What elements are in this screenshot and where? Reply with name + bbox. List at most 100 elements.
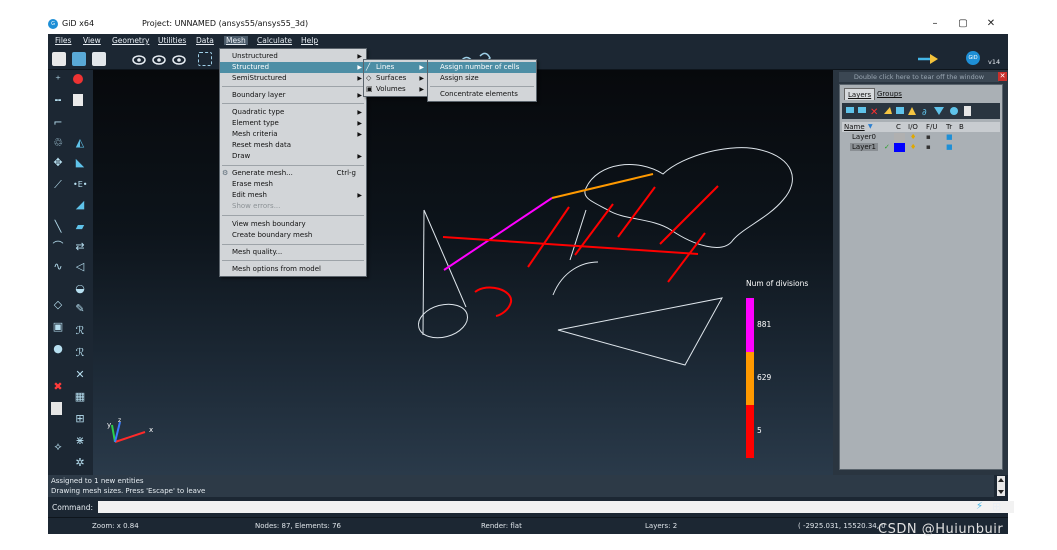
graphics-viewport[interactable]: x y z bbox=[93, 70, 833, 475]
tab-groups[interactable]: Groups bbox=[874, 88, 905, 100]
eye-icon[interactable]: ◒ bbox=[73, 282, 87, 296]
menu-data[interactable]: Data bbox=[196, 36, 214, 45]
menu-item-semistructured[interactable]: SemiStructured ▶ bbox=[220, 73, 366, 84]
view-rotate-icons[interactable] bbox=[132, 52, 192, 66]
frame-icon[interactable]: ⌐ bbox=[51, 116, 65, 130]
col-tr[interactable]: Tr bbox=[946, 123, 952, 131]
panel-close-icon[interactable]: ✕ bbox=[998, 72, 1007, 81]
menu-item-erase-mesh[interactable]: Erase mesh bbox=[220, 179, 366, 190]
sort-arrow-icon[interactable]: ▼ bbox=[868, 123, 873, 130]
layer-row-0[interactable]: Layer0 ♦ ▪ ■ bbox=[842, 133, 1000, 143]
menu-mesh[interactable]: Mesh bbox=[224, 36, 248, 45]
edit-entity-icon[interactable]: •E• bbox=[73, 178, 88, 192]
forward-arrow-icon[interactable] bbox=[916, 51, 942, 67]
bulb-icon[interactable]: ♦ bbox=[910, 143, 916, 151]
triangle-surface[interactable] bbox=[557, 297, 723, 366]
document-icon[interactable] bbox=[51, 402, 62, 415]
star-icon[interactable]: ✲ bbox=[73, 456, 87, 470]
triangle-icon[interactable]: ◁ bbox=[73, 260, 87, 274]
small-arc[interactable] bbox=[552, 261, 599, 296]
menu-view[interactable]: View bbox=[83, 36, 101, 45]
diamond-icon[interactable]: ◇ bbox=[51, 298, 65, 312]
layer-name[interactable]: Layer0 bbox=[852, 133, 876, 141]
command-input[interactable] bbox=[98, 501, 1014, 513]
layer-name[interactable]: Layer1 bbox=[850, 143, 878, 151]
col-color[interactable]: C bbox=[896, 123, 901, 131]
line-icon[interactable]: ╲ bbox=[51, 220, 65, 234]
page-icon[interactable] bbox=[73, 94, 83, 106]
status-layers[interactable]: Layers: 2 bbox=[645, 522, 677, 530]
menu-item-mesh-quality[interactable]: Mesh quality... bbox=[220, 247, 366, 258]
minimize-button[interactable]: – bbox=[928, 17, 942, 31]
delete-icon[interactable] bbox=[73, 74, 83, 84]
save-icon[interactable] bbox=[92, 52, 106, 66]
point-icon[interactable]: ╍ bbox=[51, 94, 65, 108]
submenu-item-assign-size[interactable]: Assign size bbox=[428, 73, 536, 84]
intersect-icon[interactable]: ✕ bbox=[73, 368, 87, 382]
arrows-icon[interactable]: ⇄ bbox=[73, 240, 87, 254]
curve-icon[interactable]: ∿ bbox=[51, 260, 65, 274]
lightning-icon[interactable]: ⚡ bbox=[976, 501, 983, 512]
status-render[interactable]: Render: flat bbox=[481, 522, 522, 530]
message-scrollbar[interactable] bbox=[994, 475, 1008, 497]
line-divisions-881[interactable] bbox=[443, 197, 553, 271]
layer-tool-icons[interactable]: ✕ ∂ bbox=[842, 103, 1000, 119]
layer-row-1[interactable]: Layer1 ✓ ♦ ▪ ■ bbox=[842, 143, 1000, 153]
lasso2-icon[interactable]: ℛ bbox=[73, 346, 87, 360]
menu-item-edit-mesh[interactable]: Edit mesh ▶ bbox=[220, 190, 366, 201]
submenu-item-lines[interactable]: ╱ Lines ▶ bbox=[364, 62, 428, 73]
bulb-icon[interactable]: ♦ bbox=[910, 133, 916, 141]
volume-icon[interactable]: ◢ bbox=[73, 198, 87, 212]
submenu-item-concentrate-elements[interactable]: Concentrate elements bbox=[428, 89, 536, 100]
recycle-icon[interactable]: ♲ bbox=[51, 136, 65, 150]
sphere-icon[interactable]: ● bbox=[51, 342, 65, 356]
red-line-1[interactable] bbox=[527, 206, 570, 268]
col-io[interactable]: I/O bbox=[908, 123, 918, 131]
menu-item-quadratic-type[interactable]: Quadratic type ▶ bbox=[220, 107, 366, 118]
lasso-icon[interactable]: ℛ bbox=[73, 324, 87, 338]
new-file-icon[interactable] bbox=[52, 52, 66, 66]
menu-item-view-mesh-boundary[interactable]: View mesh boundary bbox=[220, 219, 366, 230]
surface-outline[interactable] bbox=[584, 147, 793, 248]
col-b[interactable]: B bbox=[959, 123, 964, 131]
red-arc[interactable] bbox=[474, 286, 513, 317]
cone-edge-left[interactable] bbox=[422, 209, 425, 336]
tearoff-handle[interactable]: Double click here to tear off the window bbox=[839, 72, 999, 82]
menu-geometry[interactable]: Geometry bbox=[112, 36, 149, 45]
spark-icon[interactable]: ⋇ bbox=[73, 434, 87, 448]
submenu-item-volumes[interactable]: ▣ Volumes ▶ bbox=[364, 84, 428, 95]
menu-item-structured[interactable]: Structured ▶ bbox=[220, 62, 366, 73]
menu-item-mesh-criteria[interactable]: Mesh criteria ▶ bbox=[220, 129, 366, 140]
lock-icon[interactable]: ▪ bbox=[926, 133, 931, 141]
menu-item-generate-mesh[interactable]: ⚙ Generate mesh... Ctrl-g bbox=[220, 168, 366, 179]
menu-item-create-boundary-mesh[interactable]: Create boundary mesh bbox=[220, 230, 366, 241]
grid-toggle-icon[interactable]: ⊞ bbox=[992, 500, 1001, 513]
arc-icon[interactable]: ⌒ bbox=[51, 240, 65, 254]
block-icon[interactable]: ◣ bbox=[73, 156, 87, 170]
menu-calculate[interactable]: Calculate bbox=[257, 36, 292, 45]
menu-item-boundary-layer[interactable]: Boundary layer ▶ bbox=[220, 90, 366, 101]
mesh-icon[interactable]: ⊞ bbox=[73, 412, 87, 426]
lock-icon[interactable]: ▪ bbox=[926, 143, 931, 151]
menu-files[interactable]: Files bbox=[55, 36, 71, 45]
col-fu[interactable]: F/U bbox=[926, 123, 938, 131]
red-line-4[interactable] bbox=[659, 185, 719, 245]
open-folder-icon[interactable] bbox=[72, 52, 86, 66]
layer-color-swatch[interactable] bbox=[894, 143, 905, 152]
menu-item-element-type[interactable]: Element type ▶ bbox=[220, 118, 366, 129]
pencil-icon[interactable]: ✎ bbox=[73, 302, 87, 316]
menu-utilities[interactable]: Utilities bbox=[158, 36, 186, 45]
create-point-icon[interactable]: ⁺ bbox=[51, 73, 65, 87]
surface-icon[interactable]: ◭ bbox=[73, 136, 87, 150]
maximize-button[interactable]: ▢ bbox=[956, 17, 970, 31]
layer-color-swatch[interactable] bbox=[894, 133, 905, 142]
transparency-icon[interactable]: ■ bbox=[946, 133, 953, 141]
menu-help[interactable]: Help bbox=[301, 36, 318, 45]
close-button[interactable]: ✕ bbox=[984, 17, 998, 31]
red-line-3[interactable] bbox=[617, 186, 656, 238]
scroll-arrows-icon[interactable] bbox=[994, 475, 1008, 497]
menu-item-draw[interactable]: Draw ▶ bbox=[220, 151, 366, 162]
submenu-item-surfaces[interactable]: ◇ Surfaces ▶ bbox=[364, 73, 428, 84]
folder-icon[interactable]: ▰ bbox=[73, 220, 87, 234]
tab-layers[interactable]: Layers bbox=[844, 88, 876, 100]
